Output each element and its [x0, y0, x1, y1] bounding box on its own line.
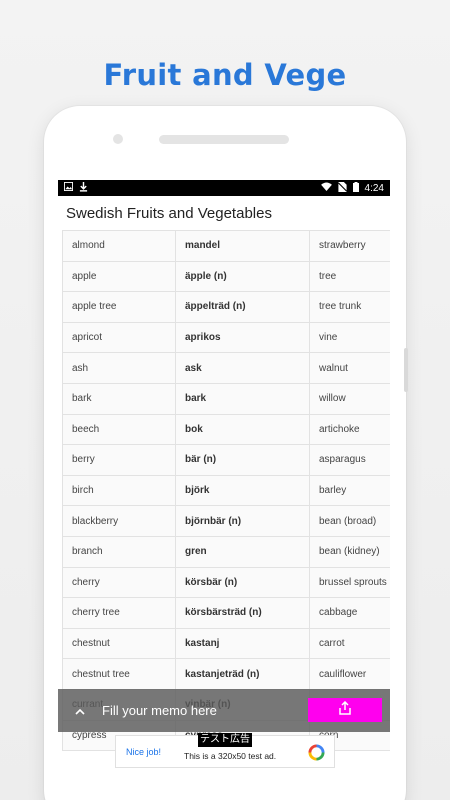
- english-word-cell: ash: [62, 352, 176, 384]
- app-screen: 4:24 Swedish Fruits and Vegetables almon…: [58, 180, 390, 768]
- table-row: chestnut tree kastanjeträd (n) cauliflower: [62, 658, 390, 690]
- english-word-cell: birch: [62, 474, 176, 507]
- test-ad-banner[interactable]: テスト広告 Nice job! This is a 320x50 test ad…: [115, 733, 335, 768]
- swedish-word-cell: björk: [175, 474, 310, 507]
- no-sim-icon: [337, 181, 347, 195]
- table-row: blackberry björnbär (n) bean (broad): [62, 505, 390, 537]
- swedish-word-cell: bär (n): [175, 444, 310, 476]
- table-row: apple äpple (n) tree: [62, 260, 390, 293]
- english-word-cell: strawberry: [309, 230, 390, 262]
- swedish-word-cell: ask: [175, 352, 310, 384]
- english-word-cell: bark: [62, 382, 176, 415]
- english-word-cell: vine: [309, 321, 390, 354]
- swedish-word-cell: körsbär (n): [175, 566, 310, 599]
- phone-camera: [113, 134, 123, 144]
- swedish-word-cell: äpple (n): [175, 260, 310, 293]
- swedish-word-cell: bark: [175, 382, 310, 415]
- english-word-cell: apricot: [62, 321, 176, 354]
- table-row: ash ask walnut: [62, 352, 390, 384]
- table-row: apple tree äppelträd (n) tree trunk: [62, 291, 390, 323]
- english-word-cell: apple tree: [62, 291, 176, 323]
- table-row: bark bark willow: [62, 382, 390, 415]
- swedish-word-cell: äppelträd (n): [175, 291, 310, 323]
- share-icon: [339, 700, 351, 720]
- english-word-cell: cabbage: [309, 597, 390, 629]
- english-word-cell: beech: [62, 413, 176, 446]
- english-word-cell: cauliflower: [309, 658, 390, 690]
- status-time: 4:24: [364, 182, 384, 194]
- swedish-word-cell: bok: [175, 413, 310, 446]
- table-row: cherry körsbär (n) brussel sprouts: [62, 566, 390, 599]
- ad-nice-text: Nice job!: [126, 746, 162, 757]
- swedish-word-cell: björnbär (n): [175, 505, 310, 537]
- english-word-cell: chestnut tree: [62, 658, 176, 690]
- download-notification-icon: [79, 181, 88, 195]
- english-word-cell: cherry: [62, 566, 176, 599]
- table-row: branch gren bean (kidney): [62, 535, 390, 568]
- table-row: cherry tree körsbärsträd (n) cabbage: [62, 597, 390, 629]
- promo-title: Fruit and Vege: [103, 58, 347, 92]
- swedish-word-cell: körsbärsträd (n): [175, 597, 310, 629]
- table-row: apricot aprikos vine: [62, 321, 390, 354]
- table-row: almond mandel strawberry: [62, 230, 390, 262]
- ad-text: This is a 320x50 test ad.: [184, 750, 277, 761]
- ad-badge: テスト広告: [198, 733, 252, 747]
- english-word-cell: carrot: [309, 627, 390, 660]
- swedish-word-cell: gren: [175, 535, 310, 568]
- phone-side-button: [404, 348, 408, 392]
- english-word-cell: bean (broad): [309, 505, 390, 537]
- swedish-word-cell: mandel: [175, 230, 310, 262]
- english-word-cell: artichoke: [309, 413, 390, 446]
- phone-speaker: [159, 135, 289, 144]
- table-row: beech bok artichoke: [62, 413, 390, 446]
- english-word-cell: apple: [62, 260, 176, 293]
- chevron-up-icon[interactable]: [58, 704, 102, 718]
- english-word-cell: brussel sprouts: [309, 566, 390, 599]
- image-notification-icon: [64, 182, 73, 194]
- table-row: berry bär (n) asparagus: [62, 444, 390, 476]
- wifi-icon: [320, 182, 332, 194]
- battery-icon: [352, 181, 359, 195]
- swedish-word-cell: kastanjeträd (n): [175, 658, 310, 690]
- vocabulary-table: almond mandel strawberry apple äpple (n) tree…: [62, 230, 390, 752]
- english-word-cell: almond: [62, 230, 176, 262]
- english-word-cell: chestnut: [62, 627, 176, 660]
- swedish-word-cell: aprikos: [175, 321, 310, 354]
- table-row: birch björk barley: [62, 474, 390, 507]
- memo-bar[interactable]: Fill your memo here: [58, 689, 390, 732]
- english-word-cell: berry: [62, 444, 176, 476]
- english-word-cell: willow: [309, 382, 390, 415]
- ad-logo-icon: [308, 744, 325, 766]
- status-bar: 4:24: [58, 180, 390, 196]
- english-word-cell: barley: [309, 474, 390, 507]
- english-word-cell: asparagus: [309, 444, 390, 476]
- english-word-cell: walnut: [309, 352, 390, 384]
- english-word-cell: tree: [309, 260, 390, 293]
- english-word-cell: bean (kidney): [309, 535, 390, 568]
- swedish-word-cell: kastanj: [175, 627, 310, 660]
- english-word-cell: blackberry: [62, 505, 176, 537]
- table-row: chestnut kastanj carrot: [62, 627, 390, 660]
- english-word-cell: branch: [62, 535, 176, 568]
- english-word-cell: tree trunk: [309, 291, 390, 323]
- share-button[interactable]: [308, 698, 382, 722]
- page-title: Swedish Fruits and Vegetables: [66, 204, 272, 222]
- english-word-cell: cherry tree: [62, 597, 176, 629]
